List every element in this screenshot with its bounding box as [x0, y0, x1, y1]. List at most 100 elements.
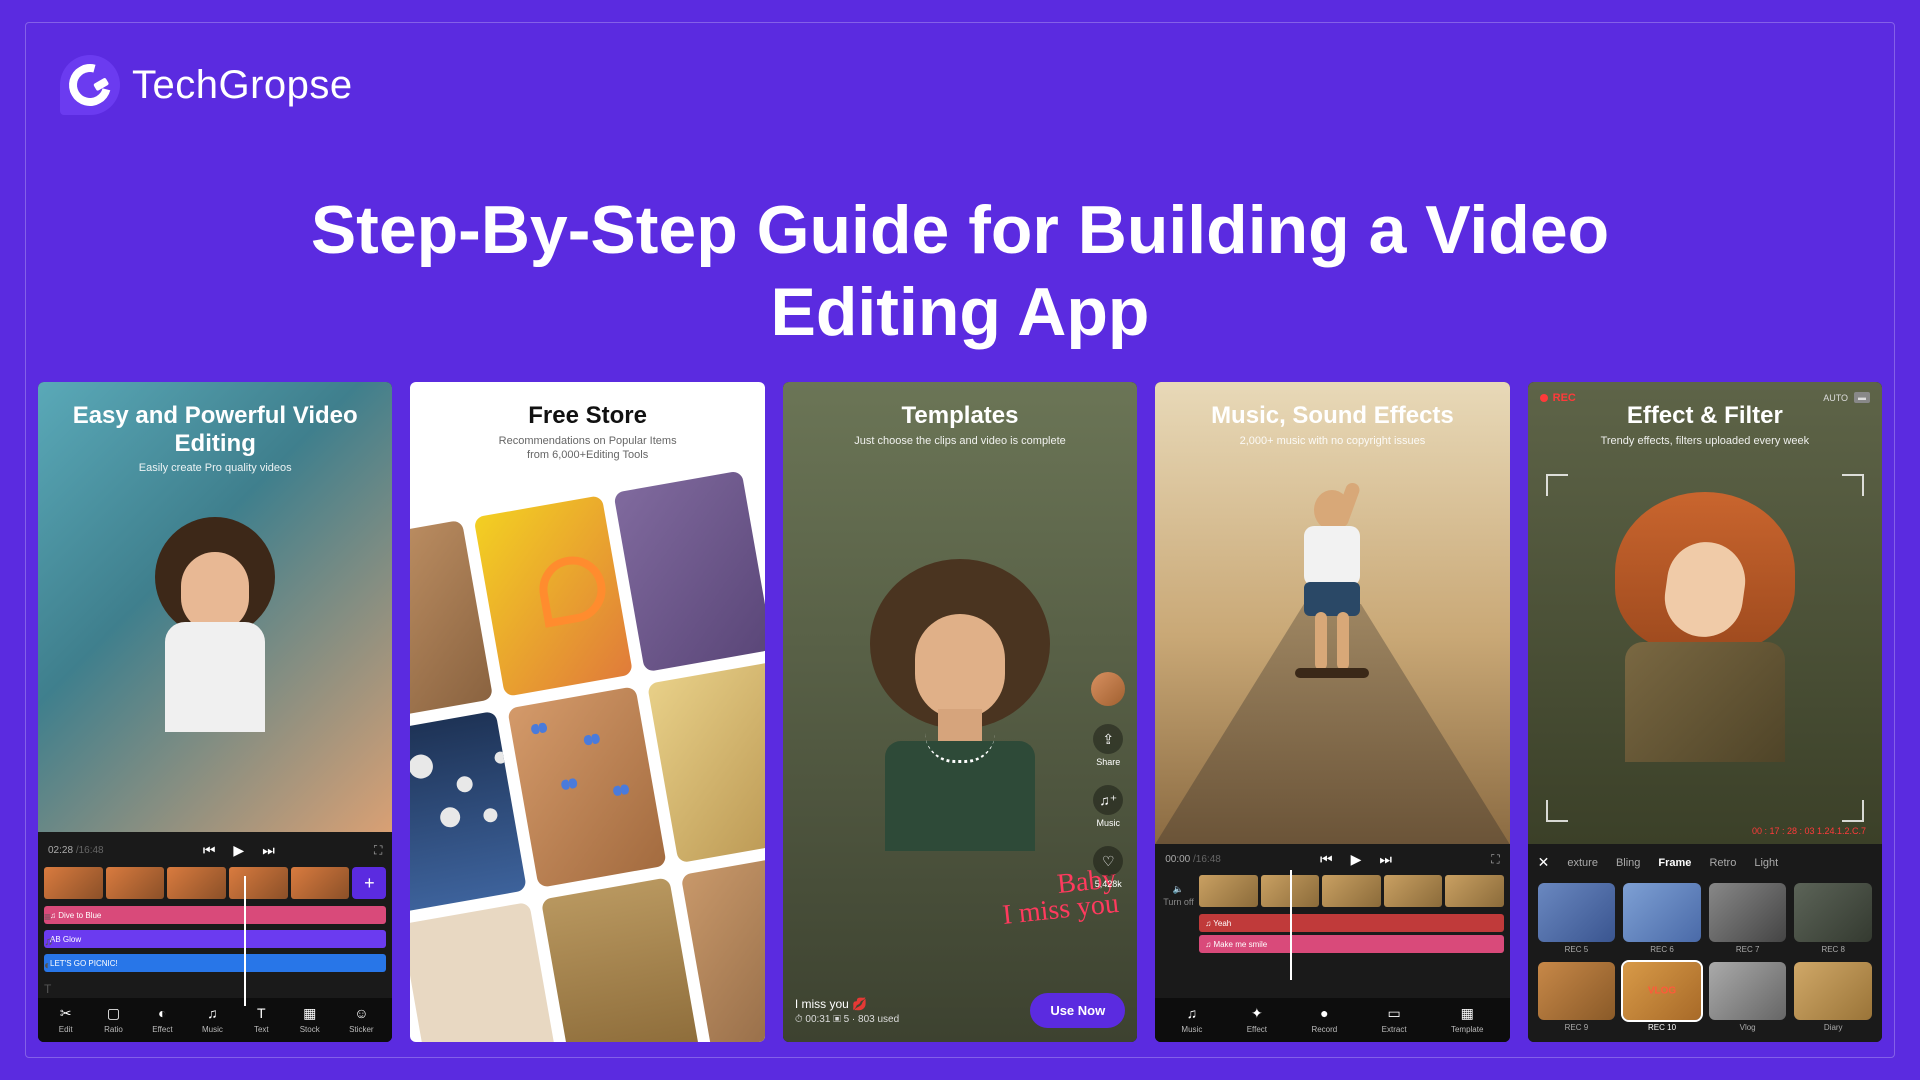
sparkle-icon: ✦ — [1248, 1004, 1266, 1022]
store-item[interactable] — [474, 495, 634, 697]
card4-time-current: 00:00 — [1165, 854, 1190, 865]
card4-time-total: /16:48 — [1193, 854, 1221, 865]
prev-icon[interactable]: ⏮ — [203, 842, 216, 859]
layer-icon[interactable]: ≡ — [44, 910, 53, 924]
card1-track-text[interactable]: LET'S GO PICNIC! — [44, 954, 386, 972]
filter-thumb-grid: REC 5 REC 6 REC 7 REC 8 REC 9 REC 10 Vlo… — [1528, 881, 1882, 1042]
next-icon[interactable]: ⏭ — [1379, 851, 1392, 868]
playhead-icon[interactable] — [1290, 870, 1292, 980]
card2-asset-grid — [410, 470, 764, 1042]
tool-record[interactable]: ●Record — [1311, 1004, 1337, 1034]
card-templates: Templates Just choose the clips and vide… — [783, 382, 1137, 1042]
card-music: Music, Sound Effects 2,000+ music with n… — [1155, 382, 1509, 1042]
filter-tab[interactable]: Light — [1748, 855, 1784, 871]
card5-hero-photo: REC AUTO ▬ Effect & Filter Trendy effect… — [1528, 382, 1882, 844]
sticker-icon: ☺ — [352, 1004, 370, 1022]
store-item[interactable] — [614, 470, 765, 672]
template-meta: ⏱ 00:31 ▣ 5 · 803 used — [795, 1014, 1021, 1025]
fullscreen-icon[interactable]: ⛶ — [1491, 852, 1499, 867]
card1-time-current: 02:28 — [48, 845, 73, 856]
tool-stock[interactable]: ▦Stock — [300, 1004, 320, 1034]
filter-item[interactable]: REC 5 — [1538, 883, 1616, 954]
filter-item[interactable]: Vlog — [1709, 962, 1787, 1033]
brand-logo: TechGropse — [60, 55, 353, 115]
music-button[interactable]: ♫⁺Music — [1093, 785, 1123, 828]
music-icon: ♫ — [203, 1004, 221, 1022]
card1-toolbar: ✂Edit ▢Ratio ◐Effect ♫Music TText ▦Stock… — [38, 998, 392, 1042]
tool-music[interactable]: ♫Music — [1181, 1004, 1202, 1034]
filter-item-selected[interactable]: REC 10 — [1623, 962, 1701, 1033]
tool-effect[interactable]: ✦Effect — [1247, 1004, 1267, 1034]
filter-tab[interactable]: exture — [1561, 855, 1604, 871]
store-item[interactable] — [410, 711, 527, 913]
logo-mark-icon — [60, 55, 120, 115]
store-item[interactable] — [681, 852, 764, 1042]
timecode: 00 : 17 : 28 : 03 1.24.1.2.C.7 — [1752, 826, 1866, 836]
viewfinder-corner-icon — [1842, 800, 1864, 822]
music-note-icon: ♫⁺ — [1093, 785, 1123, 815]
card4-track1[interactable]: ♫ Yeah — [1199, 914, 1503, 932]
playhead-icon[interactable] — [244, 876, 246, 1006]
filter-item[interactable]: Diary — [1794, 962, 1872, 1033]
tool-music[interactable]: ♫Music — [202, 1004, 223, 1034]
card3-title: Templates — [799, 402, 1121, 430]
tool-text[interactable]: TText — [252, 1004, 270, 1034]
fullscreen-icon[interactable]: ⛶ — [374, 843, 382, 858]
tool-ratio[interactable]: ▢Ratio — [104, 1004, 123, 1034]
card1-clip-thumbs[interactable]: + — [38, 863, 392, 903]
add-clip-button[interactable]: + — [352, 867, 386, 899]
store-item[interactable] — [541, 877, 701, 1042]
text-layer-icon[interactable]: T — [44, 982, 53, 996]
card4-track2[interactable]: ♫ Make me smile — [1199, 935, 1503, 953]
next-icon[interactable]: ⏭ — [262, 842, 275, 859]
close-icon[interactable]: ✕ — [1538, 854, 1550, 871]
effect-icon: ◐ — [153, 1004, 171, 1022]
like-button[interactable]: ♡5,428k — [1093, 846, 1123, 889]
music-layer-icon[interactable]: ♫ — [44, 934, 53, 948]
filter-tab[interactable]: Bling — [1610, 855, 1646, 871]
filter-item[interactable]: REC 9 — [1538, 962, 1616, 1033]
showcase-row: Easy and Powerful Video Editing Easily c… — [38, 382, 1882, 1042]
card5-filter-panel: ✕ exture Bling Frame Retro Light REC 5 R… — [1528, 844, 1882, 1042]
card1-track-effect[interactable]: AB Glow — [44, 930, 386, 948]
record-icon: ● — [1315, 1004, 1333, 1022]
author-avatar[interactable] — [1091, 672, 1125, 706]
tool-template[interactable]: ▦Template — [1451, 1004, 1483, 1034]
tool-extract[interactable]: ▭Extract — [1382, 1004, 1407, 1034]
card1-time-total: /16:48 — [76, 845, 104, 856]
filter-item[interactable]: REC 8 — [1794, 883, 1872, 954]
card1-editor-panel: 02:28 /16:48 ⏮ ▶ ⏭ ⛶ + ♫ Dive to Blue AB… — [38, 832, 392, 1042]
card2-sub1: Recommendations on Popular Items — [426, 434, 748, 449]
viewfinder-corner-icon — [1842, 474, 1864, 496]
effect-layer-icon[interactable]: ◐ — [44, 958, 53, 972]
play-icon[interactable]: ▶ — [1351, 851, 1362, 868]
speaker-icon: 🔈 — [1173, 884, 1184, 895]
viewfinder-corner-icon — [1546, 800, 1568, 822]
store-item[interactable] — [410, 902, 561, 1042]
card2-sub2: from 6,000+Editing Tools — [426, 448, 748, 463]
filter-item[interactable]: REC 6 — [1623, 883, 1701, 954]
share-button[interactable]: ⇪Share — [1093, 724, 1123, 767]
brand-name: TechGropse — [132, 63, 353, 108]
prev-icon[interactable]: ⏮ — [1320, 851, 1333, 868]
card-effect-filter: REC AUTO ▬ Effect & Filter Trendy effect… — [1528, 382, 1882, 1042]
card5-sub: Trendy effects, filters uploaded every w… — [1544, 434, 1866, 449]
card1-sub: Easily create Pro quality videos — [54, 461, 376, 476]
filter-item[interactable]: REC 7 — [1709, 883, 1787, 954]
card1-track-audio[interactable]: ♫ Dive to Blue — [44, 906, 386, 924]
card4-toolbar: ♫Music ✦Effect ●Record ▭Extract ▦Templat… — [1155, 998, 1509, 1042]
filter-tab[interactable]: Retro — [1703, 855, 1742, 871]
store-item[interactable] — [508, 686, 668, 888]
filter-tab-active[interactable]: Frame — [1652, 855, 1697, 871]
card5-title: Effect & Filter — [1544, 402, 1866, 430]
store-item[interactable] — [648, 661, 765, 863]
play-icon[interactable]: ▶ — [233, 842, 244, 859]
text-icon: T — [252, 1004, 270, 1022]
tool-effect[interactable]: ◐Effect — [152, 1004, 172, 1034]
card4-clip-thumbs[interactable] — [1155, 871, 1509, 911]
mute-toggle[interactable]: 🔈Turn off — [1163, 884, 1194, 907]
use-now-button[interactable]: Use Now — [1030, 993, 1125, 1028]
tool-sticker[interactable]: ☺Sticker — [349, 1004, 373, 1034]
tool-edit[interactable]: ✂Edit — [57, 1004, 75, 1034]
card2-title: Free Store — [426, 402, 748, 430]
